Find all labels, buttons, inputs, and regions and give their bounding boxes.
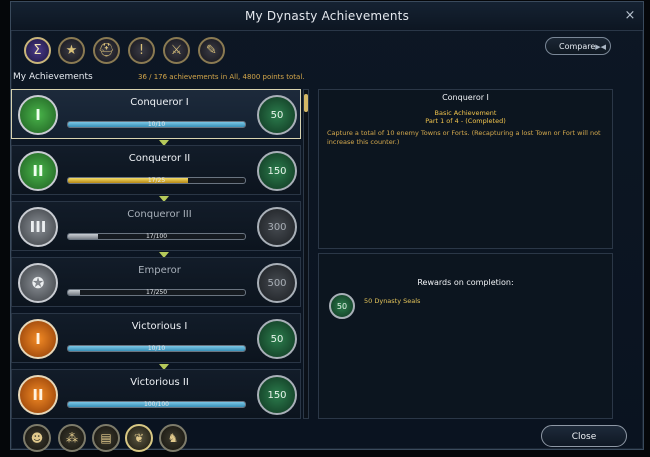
- achievement-row[interactable]: III Conqueror III 17/100 300: [11, 201, 301, 251]
- reward-coin-icon: 300: [257, 207, 297, 247]
- detail-type-line: Basic Achievement: [434, 109, 497, 117]
- victorious-medal-icon: I: [18, 319, 58, 359]
- category-scroll-icon[interactable]: ✎: [198, 37, 225, 64]
- compare-label: Compare: [559, 42, 596, 51]
- progress-text: 100/100: [144, 401, 169, 408]
- close-icon[interactable]: ×: [623, 9, 637, 23]
- detail-part-line: Part 1 of 4 - (Completed): [425, 117, 506, 125]
- category-crossed-swords-icon[interactable]: ⚔: [163, 37, 190, 64]
- progress-text: 17/100: [145, 233, 168, 240]
- soldiers-icon[interactable]: ♞: [159, 424, 187, 452]
- reward-coin-icon: 50: [329, 293, 355, 319]
- compare-arrow-icon: ▶◀: [595, 43, 606, 51]
- title-bar: My Dynasty Achievements ×: [11, 2, 643, 31]
- list-scrollbar[interactable]: [303, 89, 309, 419]
- achievement-row[interactable]: I Victorious I 10/10 50: [11, 313, 301, 363]
- achievements-summary: 36 / 176 achievements in All, 4800 point…: [138, 73, 305, 81]
- achievement-row[interactable]: I Conqueror I 10/10 50: [11, 89, 301, 139]
- conqueror-medal-icon: I: [18, 95, 58, 135]
- reward-coin-icon: 50: [257, 319, 297, 359]
- book-icon[interactable]: ▤: [92, 424, 120, 452]
- achievement-name: Victorious I: [131, 321, 188, 332]
- progress-text: 10/10: [147, 121, 166, 128]
- dynasty-tree-icon[interactable]: ⁂: [58, 424, 86, 452]
- rewards-title: Rewards on completion:: [417, 278, 514, 287]
- achievement-row[interactable]: II Victorious II 100/100 150: [11, 369, 301, 419]
- achievement-row[interactable]: ✪ Emperor 17/250 500: [11, 257, 301, 307]
- achievement-list: I Conqueror I 10/10 50 II Conqueror II 1…: [11, 89, 301, 419]
- character-icon[interactable]: ☻: [23, 424, 51, 452]
- detail-description: Capture a total of 10 enemy Towns or For…: [327, 129, 601, 146]
- achievement-name: Conqueror III: [127, 209, 192, 220]
- scrollbar-thumb[interactable]: [304, 94, 308, 112]
- achievements-heading: My Achievements: [13, 72, 93, 82]
- achievement-row[interactable]: II Conqueror II 17/25 150: [11, 145, 301, 195]
- achievement-name: Conqueror II: [128, 153, 191, 164]
- detail-title: Conqueror I: [442, 93, 489, 102]
- reward-text: 50 Dynasty Seals: [364, 297, 421, 305]
- emperor-medal-icon: ✪: [18, 263, 58, 303]
- achievement-detail-panel: Conqueror I Basic Achievement Part 1 of …: [318, 89, 613, 249]
- close-button[interactable]: Close: [541, 425, 627, 447]
- progress-text: 17/250: [145, 289, 168, 296]
- achievement-name: Victorious II: [130, 377, 189, 388]
- progress-text: 10/10: [147, 345, 166, 352]
- laurel-icon[interactable]: ❦: [125, 424, 153, 452]
- category-warning-icon[interactable]: !: [128, 37, 155, 64]
- category-sigma-icon[interactable]: Σ: [24, 37, 51, 64]
- reward-coin-icon: 500: [257, 263, 297, 303]
- achievement-name: Conqueror I: [130, 97, 189, 108]
- detail-type: Basic Achievement Part 1 of 4 - (Complet…: [319, 109, 612, 125]
- rewards-panel: Rewards on completion: 50 50 Dynasty Sea…: [318, 253, 613, 419]
- progress-text: 17/25: [147, 177, 166, 184]
- reward-coin-icon: 50: [257, 95, 297, 135]
- reward-coin-icon: 150: [257, 151, 297, 191]
- conqueror-medal-icon: III: [18, 207, 58, 247]
- category-star-icon[interactable]: ★: [58, 37, 85, 64]
- window-title: My Dynasty Achievements: [244, 9, 410, 23]
- reward-coin-icon: 150: [257, 375, 297, 415]
- achievement-name: Emperor: [138, 265, 181, 276]
- compare-button[interactable]: Compare ▶◀: [545, 37, 611, 55]
- conqueror-medal-icon: II: [18, 151, 58, 191]
- victorious-medal-icon: II: [18, 375, 58, 415]
- category-helmet-icon[interactable]: ⛑: [93, 37, 120, 64]
